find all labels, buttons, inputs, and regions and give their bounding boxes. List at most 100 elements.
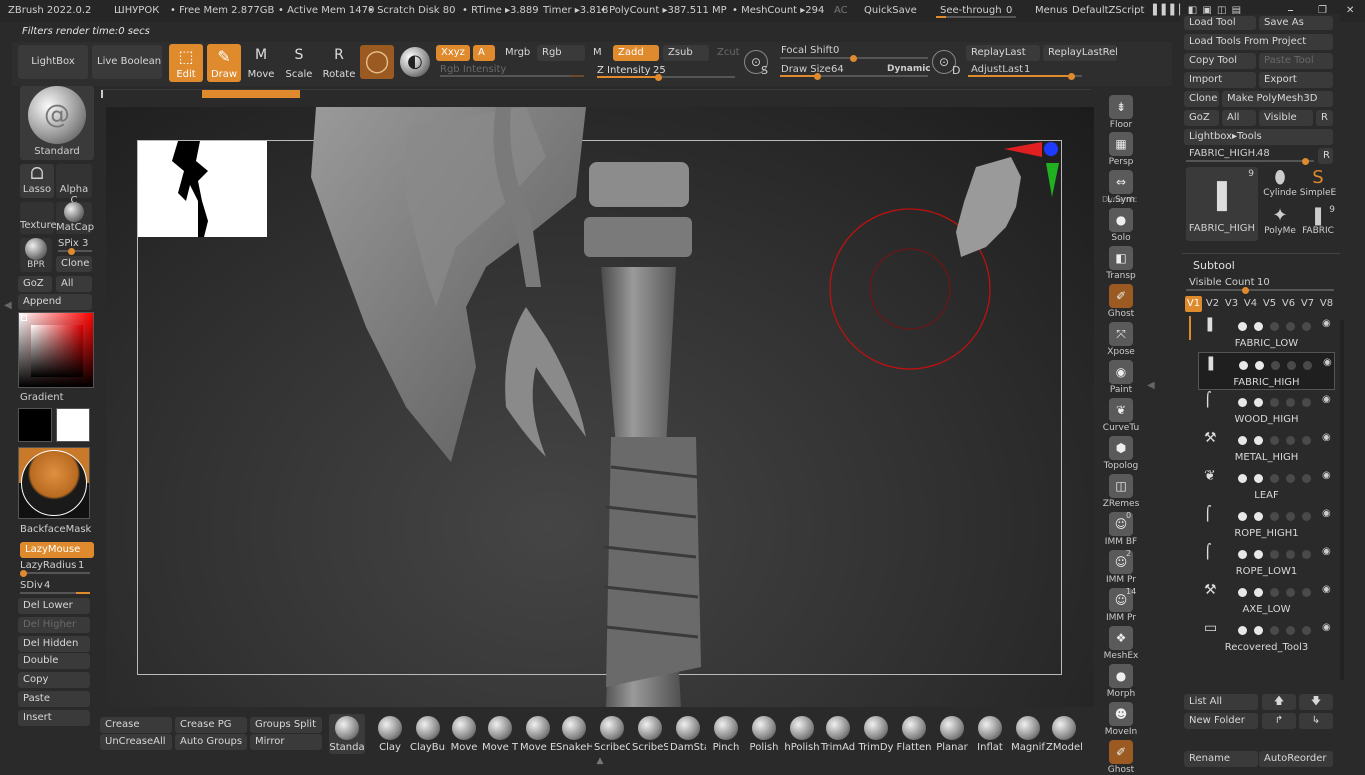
brush-slot[interactable]: Inflat bbox=[972, 714, 1008, 754]
insert-button[interactable]: Insert bbox=[18, 710, 90, 726]
visible-count-value[interactable]: 10 bbox=[1257, 277, 1270, 288]
subtool-toggles[interactable] bbox=[1238, 588, 1333, 598]
brush-slot[interactable]: TrimAd bbox=[820, 714, 856, 754]
draw-size-value[interactable]: 64 bbox=[831, 64, 844, 75]
move-up-icon[interactable]: 🡅 bbox=[1262, 694, 1296, 710]
folder-out-icon[interactable]: ↳ bbox=[1299, 713, 1333, 729]
spix-value[interactable]: 3 bbox=[82, 238, 88, 249]
brush-slot[interactable]: Move bbox=[446, 714, 482, 754]
copy-button[interactable]: Copy bbox=[18, 672, 90, 688]
r2-button[interactable]: R bbox=[1318, 148, 1333, 164]
toggle-dot-icon[interactable] bbox=[1238, 474, 1247, 483]
load-tools-from-project-button[interactable]: Load Tools From Project bbox=[1184, 34, 1333, 50]
toggle-dot-icon[interactable] bbox=[1286, 398, 1295, 407]
toggle-dot-icon[interactable] bbox=[1254, 550, 1263, 559]
brush-slot[interactable]: ZModel bbox=[1046, 714, 1082, 754]
brush-slot[interactable]: ScribeS bbox=[632, 714, 668, 754]
live-boolean-button[interactable]: Live Boolean bbox=[92, 45, 162, 79]
autoreorder-button[interactable]: AutoReorder bbox=[1259, 751, 1333, 767]
lazyradius-slider[interactable] bbox=[20, 570, 90, 577]
shelf-button-meshex[interactable]: ❖ MeshEx bbox=[1102, 626, 1140, 661]
rotate-button[interactable]: R Rotate bbox=[321, 44, 357, 82]
subtool-item[interactable]: ⚒ ◉ METAL_HIGH bbox=[1198, 428, 1335, 466]
subtool-item[interactable]: ⌠ ◉ ROPE_HIGH1 bbox=[1198, 504, 1335, 542]
secondary-color-swatch[interactable] bbox=[18, 408, 52, 442]
version-tab[interactable]: V8 bbox=[1318, 296, 1335, 312]
shelf-button-imm-bf[interactable]: ☺ IMM BF bbox=[1102, 512, 1140, 547]
shelf-button-transp[interactable]: ◧ Transp bbox=[1102, 246, 1140, 281]
toggle-dot-icon[interactable] bbox=[1286, 588, 1295, 597]
version-tab[interactable]: V3 bbox=[1223, 296, 1240, 312]
shelf-button-morph[interactable]: ● Morph bbox=[1102, 664, 1140, 699]
eye-icon[interactable]: ◉ bbox=[1322, 470, 1331, 481]
toggle-dot-icon[interactable] bbox=[1254, 626, 1263, 635]
folder-in-icon[interactable]: ↱ bbox=[1262, 713, 1296, 729]
lightbox-tools-button[interactable]: Lightbox▸Tools bbox=[1184, 129, 1333, 145]
menus-button[interactable]: Menus bbox=[1035, 0, 1068, 22]
clone-tool-button[interactable]: Clone bbox=[1184, 91, 1219, 107]
toggle-dot-icon[interactable] bbox=[1302, 626, 1311, 635]
lazymouse-button[interactable]: LazyMouse bbox=[20, 542, 94, 558]
toggle-dot-icon[interactable] bbox=[1302, 550, 1311, 559]
clone-button[interactable]: Clone bbox=[56, 256, 92, 272]
subtool-item[interactable]: ▭ ◉ Recovered_Tool3 bbox=[1198, 618, 1335, 656]
lightcap-preview[interactable] bbox=[18, 447, 90, 519]
brush-slot[interactable]: SnakeH bbox=[556, 714, 592, 754]
all-button[interactable]: All bbox=[56, 276, 92, 292]
tool-thumb-polymesh[interactable]: ✦ PolyMe bbox=[1261, 205, 1299, 241]
bottom-collapse-arrow[interactable]: ▲ bbox=[535, 757, 665, 766]
uncrease-all-button[interactable]: UnCreaseAll bbox=[100, 734, 172, 750]
subtool-toggles[interactable] bbox=[1238, 398, 1333, 408]
r-button[interactable]: R bbox=[1316, 110, 1333, 126]
toggle-dot-icon[interactable] bbox=[1270, 398, 1279, 407]
color-square[interactable] bbox=[31, 325, 83, 377]
mirror-button[interactable]: Mirror bbox=[250, 734, 322, 750]
draw-size-slider[interactable] bbox=[780, 73, 928, 80]
lazyradius-value[interactable]: 1 bbox=[78, 560, 84, 571]
dynamic-toggle[interactable]: Dynamic bbox=[887, 64, 931, 74]
document-canvas[interactable] bbox=[106, 107, 1094, 707]
sdiv-slider[interactable] bbox=[20, 592, 90, 594]
toggle-dot-icon[interactable] bbox=[1302, 436, 1311, 445]
brush-slot[interactable]: hPolish bbox=[784, 714, 820, 754]
toggle-dot-icon[interactable] bbox=[1238, 626, 1247, 635]
left-collapse-arrow[interactable]: ◀ bbox=[4, 300, 12, 420]
brush-slot[interactable]: Polish bbox=[746, 714, 782, 754]
subtool-item[interactable]: ❚ ◉ FABRIC_HIGH bbox=[1198, 352, 1335, 390]
eye-icon[interactable]: ◉ bbox=[1322, 432, 1331, 443]
adjust-last-slider[interactable] bbox=[968, 73, 1082, 80]
right-collapse-arrow[interactable]: ◀ bbox=[1147, 380, 1155, 391]
version-tab[interactable]: V5 bbox=[1261, 296, 1278, 312]
subtool-toggles[interactable] bbox=[1238, 626, 1333, 636]
m-button[interactable]: M bbox=[588, 45, 608, 61]
visible-button[interactable]: Visible bbox=[1259, 110, 1313, 126]
list-all-button[interactable]: List All bbox=[1184, 694, 1258, 710]
script-button[interactable]: DefaultZScript bbox=[1072, 0, 1144, 22]
toggle-dot-icon[interactable] bbox=[1254, 436, 1263, 445]
a-button[interactable]: A bbox=[473, 45, 495, 61]
brush-slot[interactable]: Flatten bbox=[896, 714, 932, 754]
toggle-dot-icon[interactable] bbox=[1239, 361, 1248, 370]
toggle-dot-icon[interactable] bbox=[1238, 322, 1247, 331]
toggle-dot-icon[interactable] bbox=[1270, 588, 1279, 597]
rename-button[interactable]: Rename bbox=[1184, 751, 1258, 767]
zcut-button[interactable]: Zcut bbox=[712, 45, 742, 61]
rgb-button[interactable]: Rgb bbox=[537, 45, 585, 61]
color-cursor[interactable] bbox=[21, 315, 27, 321]
shelf-button-paint[interactable]: ◉ Paint bbox=[1102, 360, 1140, 395]
brush-slot[interactable]: TrimDy bbox=[858, 714, 894, 754]
append-button[interactable]: Append bbox=[18, 294, 92, 310]
brush-slot[interactable]: Clay bbox=[372, 714, 408, 754]
copy-tool-button[interactable]: Copy Tool bbox=[1184, 53, 1256, 69]
zsub-button[interactable]: Zsub bbox=[663, 45, 709, 61]
brush-slot[interactable]: Pinch bbox=[708, 714, 744, 754]
adjust-last-value[interactable]: 1 bbox=[1024, 64, 1030, 75]
subtool-toggles[interactable] bbox=[1238, 436, 1333, 446]
shelf-button-movein[interactable]: ☻ MoveIn bbox=[1102, 702, 1140, 737]
shelf-button-ghost[interactable]: ✐ Ghost bbox=[1102, 740, 1140, 775]
eye-icon[interactable]: ◉ bbox=[1322, 584, 1331, 595]
seethrough-value[interactable]: 0 bbox=[1006, 0, 1012, 22]
toggle-dot-icon[interactable] bbox=[1238, 398, 1247, 407]
eye-icon[interactable]: ◉ bbox=[1322, 318, 1331, 329]
subtool-item[interactable]: ❚ ◉ FABRIC_LOW bbox=[1198, 314, 1335, 352]
